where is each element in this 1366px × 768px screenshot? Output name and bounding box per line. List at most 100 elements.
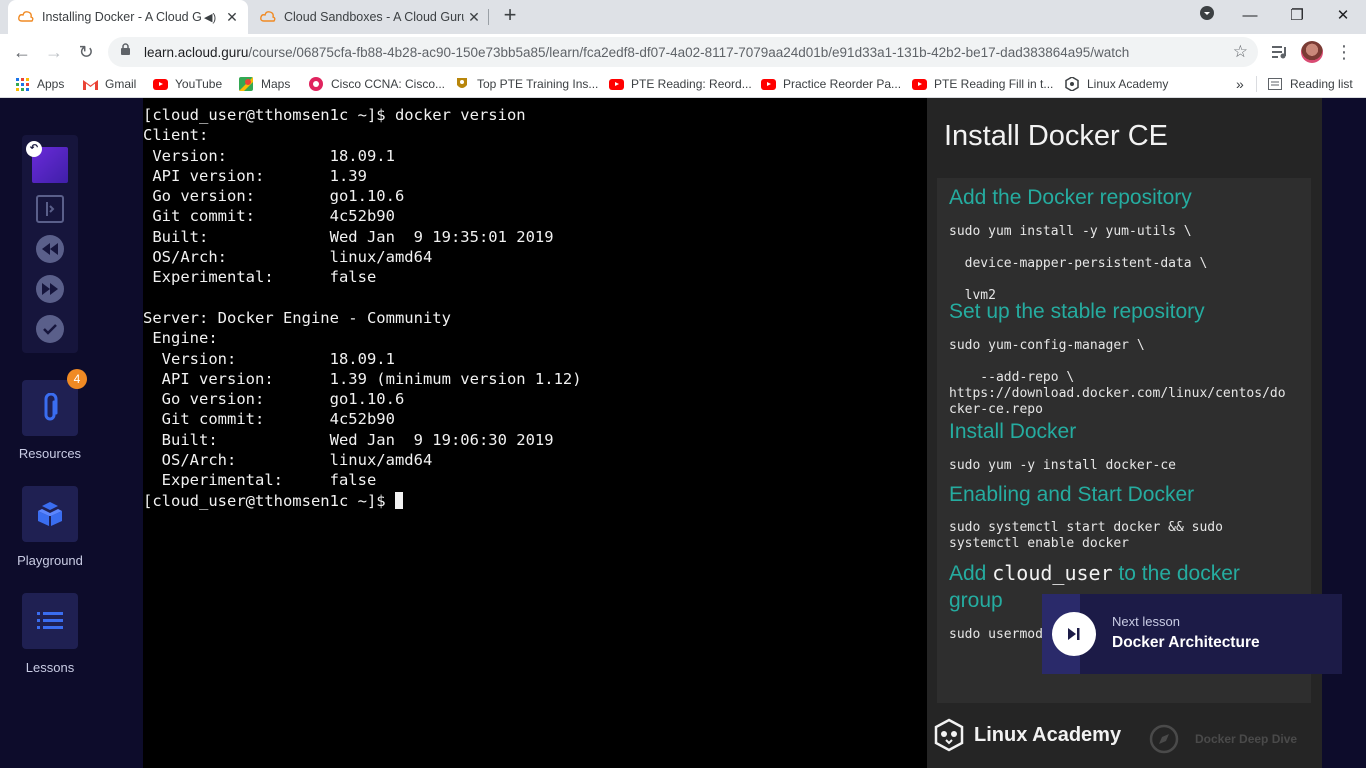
lessons-label[interactable]: Lessons	[0, 660, 100, 675]
terminal-line: Experimental: false	[143, 268, 377, 287]
resources-label[interactable]: Resources	[0, 446, 100, 461]
speaker-icon[interactable]: ◀︎)	[204, 11, 218, 24]
slide-heading: Add the Docker repository	[949, 186, 1192, 209]
bookmark-practice-reorder[interactable]: Practice Reorder Pa...	[760, 75, 901, 93]
youtube-icon	[911, 77, 927, 91]
terminal-prompt: [cloud_user@tthomsen1c ~]$	[143, 491, 395, 510]
maximize-icon[interactable]: ❐	[1283, 2, 1311, 30]
url-text: learn.acloud.guru/course/06875cfa-fb88-4…	[144, 45, 1129, 60]
close-window-icon[interactable]: ✕	[1329, 2, 1357, 30]
terminal-line: API version: 1.39 (minimum version 1.12)	[143, 369, 582, 388]
bookmark-label: Apps	[37, 77, 65, 91]
bookmark-pte-reading-reorder[interactable]: PTE Reading: Reord...	[608, 75, 752, 93]
bookmark-star-icon[interactable]: ☆	[1233, 42, 1248, 62]
bookmark-top-pte[interactable]: Top PTE Training Ins...	[454, 75, 598, 93]
close-tab-icon[interactable]: ✕	[222, 9, 242, 26]
more-bookmarks-label: »	[1236, 76, 1244, 92]
reading-list-button[interactable]: Reading list	[1267, 75, 1353, 93]
browser-toolbar: ← → ↻ learn.acloud.guru/course/06875cfa-…	[0, 34, 1366, 70]
menu-kebab-icon[interactable]: ⋮	[1330, 38, 1358, 66]
tab-strip: Installing Docker - A Cloud G ◀︎) ✕ Clou…	[0, 0, 1366, 34]
tab-installing-docker[interactable]: Installing Docker - A Cloud G ◀︎) ✕	[8, 0, 248, 34]
lessons-button[interactable]	[22, 593, 78, 649]
course-player-page: ↶ 4 Resources Playground Lessons [cloud_…	[0, 98, 1366, 768]
bookmark-label: Cisco CCNA: Cisco...	[331, 77, 446, 91]
resources-count-badge: 4	[67, 369, 87, 389]
bookmark-youtube[interactable]: YouTube	[152, 75, 222, 93]
player-controls-panel: ↶	[22, 135, 78, 353]
bookmark-label: Gmail	[105, 77, 137, 91]
back-arrow-icon[interactable]: ←	[8, 38, 36, 66]
linux-academy-logo: Linux Academy	[932, 718, 1121, 752]
forward-arrow-icon[interactable]: →	[40, 38, 68, 66]
slide-title: Install Docker CE	[944, 120, 1169, 152]
bookmark-label: PTE Reading Fill in t...	[934, 77, 1054, 91]
terminal-line: Client:	[143, 126, 209, 145]
rewind-icon[interactable]	[36, 235, 64, 263]
resources-button[interactable]	[22, 380, 78, 436]
next-lesson-label: Next lesson	[1112, 614, 1180, 629]
reload-icon[interactable]: ↻	[72, 38, 100, 66]
play-next-icon[interactable]	[1052, 612, 1096, 656]
bookmark-cisco[interactable]: Cisco CCNA: Cisco...	[308, 75, 445, 93]
gmail-icon	[82, 77, 98, 91]
slide-heading-code: cloud_user	[992, 561, 1113, 585]
terminal-line: Engine:	[143, 329, 218, 348]
terminal-line: OS/Arch: linux/amd64	[143, 451, 433, 470]
toggle-panel-icon[interactable]	[36, 195, 64, 223]
bookmark-apps[interactable]: Apps	[14, 75, 64, 93]
reading-list-icon	[1267, 77, 1283, 91]
terminal-line: API version: 1.39	[143, 166, 367, 185]
next-lesson-card[interactable]: Next lesson Docker Architecture	[1042, 594, 1342, 674]
close-tab-icon[interactable]: ✕	[464, 9, 484, 26]
slide-code: sudo systemctl start docker && sudo syst…	[949, 520, 1223, 551]
bookmark-linux-academy[interactable]: Linux Academy	[1064, 75, 1168, 93]
reading-list-label: Reading list	[1290, 77, 1353, 91]
terminal-line: Built: Wed Jan 9 19:35:01 2019	[143, 227, 554, 246]
pte-icon	[454, 77, 470, 91]
bookmark-gmail[interactable]: Gmail	[82, 75, 136, 93]
linux-academy-owl-icon	[934, 718, 964, 752]
terminal-cursor	[394, 491, 403, 509]
terminal-line: Server: Docker Engine - Community	[143, 308, 451, 327]
slide-heading: Enabling and Start Docker	[949, 483, 1195, 506]
avatar[interactable]	[1298, 38, 1326, 66]
course-thumbnail[interactable]: ↶	[26, 141, 68, 183]
profile-dropdown-icon[interactable]	[1193, 2, 1221, 30]
mark-complete-icon[interactable]	[36, 315, 64, 343]
cisco-icon	[308, 77, 324, 91]
more-bookmarks-icon[interactable]: »	[1236, 75, 1244, 93]
bookmark-maps[interactable]: Maps	[238, 75, 290, 93]
apps-grid-icon	[14, 77, 30, 91]
fast-forward-icon[interactable]	[36, 275, 64, 303]
list-icon	[37, 612, 63, 629]
terminal-output: [cloud_user@tthomsen1c ~]$ docker versio…	[143, 105, 582, 511]
minimize-icon[interactable]: —	[1236, 2, 1264, 30]
terminal-video[interactable]: [cloud_user@tthomsen1c ~]$ docker versio…	[143, 98, 927, 768]
bookmark-label: PTE Reading: Reord...	[631, 77, 752, 91]
terminal-line: OS/Arch: linux/amd64	[143, 248, 433, 267]
maps-icon	[238, 77, 254, 91]
media-control-icon[interactable]	[1266, 38, 1294, 66]
bookmark-label: Linux Academy	[1087, 77, 1169, 91]
acloudguru-favicon-icon	[260, 9, 276, 25]
slide-heading-add-user: Add cloud_user to the docker	[949, 561, 1240, 586]
lock-icon[interactable]	[120, 43, 134, 61]
new-tab-icon[interactable]: +	[498, 4, 522, 28]
bookmark-label: Maps	[261, 77, 291, 91]
slide-heading: Install Docker	[949, 420, 1077, 443]
left-sidebar: ↶ 4 Resources Playground Lessons	[0, 98, 143, 768]
bookmark-label: YouTube	[175, 77, 223, 91]
address-bar[interactable]: learn.acloud.guru/course/06875cfa-fb88-4…	[108, 37, 1258, 67]
youtube-icon	[152, 77, 168, 91]
tab-cloud-sandboxes[interactable]: Cloud Sandboxes - A Cloud Guru ✕	[250, 0, 490, 34]
slide-heading-line2: group	[949, 589, 1003, 612]
terminal-line: [cloud_user@tthomsen1c ~]$ docker versio…	[143, 106, 526, 124]
playground-button[interactable]	[22, 486, 78, 542]
bookmark-pte-reading-fill[interactable]: PTE Reading Fill in t...	[911, 75, 1053, 93]
next-lesson-title[interactable]: Docker Architecture	[1112, 634, 1260, 652]
slide-code: sudo yum install -y yum-utils \ device-m…	[949, 224, 1208, 303]
back-to-course-icon[interactable]: ↶	[26, 141, 42, 157]
playground-label[interactable]: Playground	[0, 553, 100, 568]
